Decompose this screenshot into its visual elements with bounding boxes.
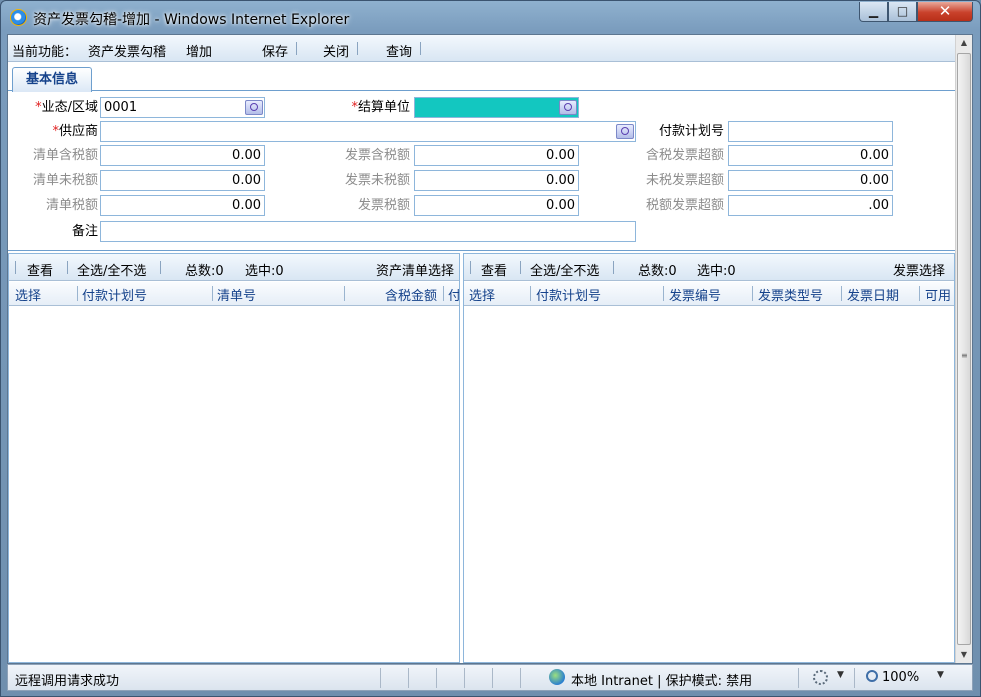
invoice-panel: 查看 全选/全不选 总数:0 选中:0 发票选择 选择 付款计划号 发票编号 发…	[463, 253, 955, 663]
security-zone[interactable]: 本地 Intranet | 保护模式: 禁用	[571, 670, 752, 689]
settle-unit-label: *结算单位	[351, 100, 410, 115]
tax-incl-over-field[interactable]: 0.00	[728, 145, 893, 166]
query-button[interactable]: 查询	[386, 41, 412, 60]
security-gear-icon[interactable]	[813, 670, 828, 685]
tax-incl-over-label: 含税发票超额	[645, 148, 724, 163]
inv-tax-field[interactable]: 0.00	[414, 195, 579, 216]
status-bar: 远程调用请求成功 本地 Intranet | 保护模式: 禁用 ▼ 100% ▼	[7, 664, 973, 691]
save-button[interactable]: 保存	[262, 41, 288, 60]
scroll-thumb[interactable]: ≡	[957, 53, 971, 645]
col-select[interactable]: 选择	[15, 285, 41, 304]
list-tax-excl-field[interactable]: 0.00	[100, 170, 265, 191]
col-tax-incl-amount[interactable]: 含税金额	[385, 285, 437, 304]
main-toolbar: 当前功能： 资产发票勾稽 增加 保存 关闭 查询	[8, 35, 955, 62]
list-tax-label: 清单税额	[45, 198, 98, 213]
supplier-field[interactable]	[100, 121, 636, 142]
list-tax-excl-label: 清单未税额	[32, 173, 98, 188]
ie-icon	[10, 9, 27, 26]
basic-info-form: *业态/区域 0001 *结算单位 *供应商 付款计划号 清单含税额 0.00 …	[8, 91, 955, 251]
col-list-no[interactable]: 清单号	[217, 285, 256, 304]
lookup-icon[interactable]	[559, 100, 577, 115]
col-more[interactable]: 付	[448, 285, 459, 304]
selected-count: 选中:0	[245, 264, 284, 279]
minimize-icon: ▁	[868, 4, 879, 18]
page-content: 当前功能： 资产发票勾稽 增加 保存 关闭 查询 基本信息 *业态/区域 000…	[7, 34, 973, 664]
asset-list-toolbar: 查看 全选/全不选 总数:0 选中:0 资产清单选择	[9, 254, 459, 281]
col-invoice-no[interactable]: 发票编号	[669, 285, 721, 304]
total-count: 总数:0	[638, 264, 677, 279]
tax-over-field[interactable]: .00	[728, 195, 893, 216]
col-invoice-date[interactable]: 发票日期	[847, 285, 899, 304]
select-all-button[interactable]: 全选/全不选	[77, 260, 146, 279]
lookup-icon[interactable]	[616, 124, 634, 139]
list-tax-field[interactable]: 0.00	[100, 195, 265, 216]
inv-tax-incl-field[interactable]: 0.00	[414, 145, 579, 166]
globe-icon	[549, 669, 565, 685]
zoom-level[interactable]: 100%	[882, 670, 919, 685]
invoice-toolbar: 查看 全选/全不选 总数:0 选中:0 发票选择	[464, 254, 954, 281]
invoice-header: 选择 付款计划号 发票编号 发票类型号 发票日期 可用	[464, 282, 954, 306]
minimize-button[interactable]: ▁	[859, 2, 888, 22]
tax-excl-over-label: 未税发票超额	[645, 173, 724, 188]
lookup-icon[interactable]	[245, 100, 263, 115]
tab-strip: 基本信息	[8, 63, 955, 92]
view-button[interactable]: 查看	[481, 260, 507, 279]
inv-tax-label: 发票税额	[357, 198, 410, 213]
asset-list-panel: 查看 全选/全不选 总数:0 选中:0 资产清单选择 选择 付款计划号 清单号 …	[8, 253, 460, 663]
window-title: 资产发票勾稽-增加 - Windows Internet Explorer	[33, 12, 350, 28]
region-label: *业态/区域	[35, 100, 98, 115]
scroll-up-icon[interactable]: ▲	[956, 35, 972, 51]
col-select[interactable]: 选择	[469, 285, 495, 304]
invoice-title: 发票选择	[893, 264, 946, 279]
inv-tax-incl-label: 发票含税额	[344, 148, 410, 163]
close-icon: ✕	[938, 2, 952, 20]
inv-tax-excl-label: 发票未税额	[344, 173, 410, 188]
chevron-down-icon[interactable]: ▼	[837, 670, 844, 680]
asset-list-header: 选择 付款计划号 清单号 含税金额 付	[9, 282, 459, 306]
mode-label: 增加	[186, 45, 213, 60]
close-button[interactable]: 关闭	[323, 41, 349, 60]
total-count: 总数:0	[185, 264, 224, 279]
close-window-button[interactable]: ✕	[917, 2, 973, 22]
col-pay-plan-no[interactable]: 付款计划号	[82, 285, 147, 304]
tax-over-label: 税额发票超额	[645, 198, 724, 213]
pay-plan-no-field[interactable]	[728, 121, 893, 142]
tab-basic-info[interactable]: 基本信息	[12, 67, 92, 92]
inv-tax-excl-field[interactable]: 0.00	[414, 170, 579, 191]
settle-unit-field[interactable]	[414, 97, 579, 118]
region-field[interactable]: 0001	[100, 97, 265, 118]
list-tax-incl-label: 清单含税额	[32, 148, 98, 163]
col-pay-plan-no[interactable]: 付款计划号	[536, 285, 601, 304]
function-name: 资产发票勾稽	[88, 45, 167, 60]
tax-excl-over-field[interactable]: 0.00	[728, 170, 893, 191]
supplier-label: *供应商	[52, 124, 98, 139]
pay-plan-no-label: 付款计划号	[658, 124, 724, 139]
maximize-button[interactable]: □	[888, 2, 917, 22]
current-function-label: 当前功能：	[12, 45, 78, 60]
view-button[interactable]: 查看	[27, 260, 53, 279]
col-available[interactable]: 可用	[925, 285, 951, 304]
zoom-icon[interactable]	[866, 670, 878, 682]
list-tax-incl-field[interactable]: 0.00	[100, 145, 265, 166]
select-all-button[interactable]: 全选/全不选	[530, 260, 599, 279]
maximize-icon: □	[896, 4, 909, 18]
chevron-down-icon[interactable]: ▼	[937, 670, 944, 680]
status-message: 远程调用请求成功	[15, 674, 120, 689]
selected-count: 选中:0	[697, 264, 736, 279]
scroll-down-icon[interactable]: ▼	[956, 647, 972, 663]
title-bar: 资产发票勾稽-增加 - Windows Internet Explorer ▁ …	[1, 1, 980, 33]
vertical-scrollbar[interactable]: ▲ ≡ ▼	[955, 35, 972, 663]
remark-field[interactable]	[100, 221, 636, 242]
col-invoice-type[interactable]: 发票类型号	[758, 285, 823, 304]
remark-label: 备注	[71, 224, 98, 239]
asset-list-title: 资产清单选择	[376, 264, 455, 279]
